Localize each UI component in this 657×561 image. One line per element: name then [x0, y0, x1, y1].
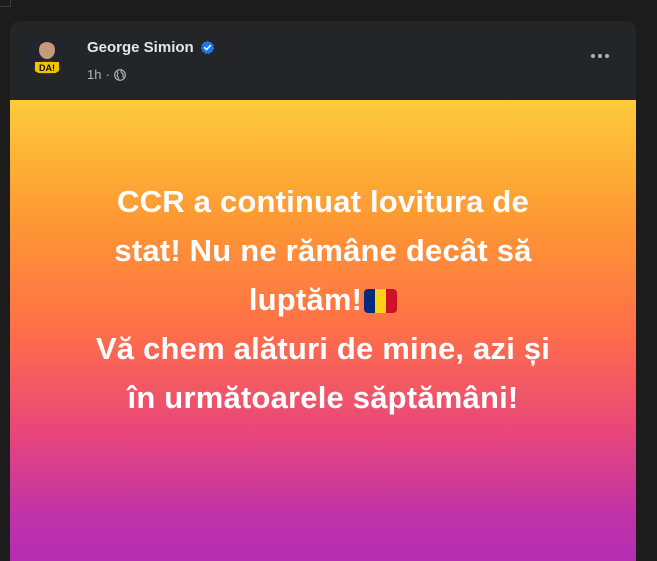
post-text-line: CCR a continuat lovitura de: [117, 184, 529, 219]
post-card: DA! George Simion 1h · CCR a continuat l…: [10, 21, 636, 561]
author-name-text[interactable]: George Simion: [87, 39, 194, 56]
globe-icon[interactable]: [113, 68, 126, 81]
verified-badge-icon: [200, 40, 214, 55]
post-background[interactable]: CCR a continuat lovitura de stat! Nu ne …: [10, 100, 636, 561]
post-text-line: luptăm!: [248, 282, 363, 317]
author-name[interactable]: George Simion: [87, 39, 215, 56]
avatar-badge-text: DA!: [39, 63, 55, 73]
feed-top-strip: [0, 0, 657, 22]
avatar[interactable]: DA!: [27, 35, 67, 75]
meta-separator: ·: [105, 67, 110, 82]
post-time[interactable]: 1h: [87, 67, 101, 82]
more-dot-icon: [591, 54, 595, 58]
post-header: DA! George Simion 1h ·: [10, 21, 636, 100]
post-text-line-with-flag: luptăm!: [63, 275, 583, 324]
avatar-image: DA!: [27, 35, 67, 75]
post-text-line: în următoarele săptămâni!: [127, 380, 519, 415]
romania-flag-icon: [364, 289, 398, 313]
post-meta: 1h ·: [87, 67, 126, 82]
post-text-line: Vă chem alături de mine, azi și: [95, 331, 551, 366]
post-text: CCR a continuat lovitura de stat! Nu ne …: [63, 177, 583, 422]
previous-card-edge: [0, 0, 11, 7]
flag-stripe-yellow: [375, 289, 387, 313]
flag-stripe-blue: [364, 289, 376, 313]
more-dot-icon: [605, 54, 609, 58]
flag-stripe-red: [386, 289, 398, 313]
more-options-button[interactable]: [586, 46, 614, 66]
post-text-line: stat! Nu ne rămâne decât să: [114, 233, 532, 268]
more-dot-icon: [598, 54, 602, 58]
